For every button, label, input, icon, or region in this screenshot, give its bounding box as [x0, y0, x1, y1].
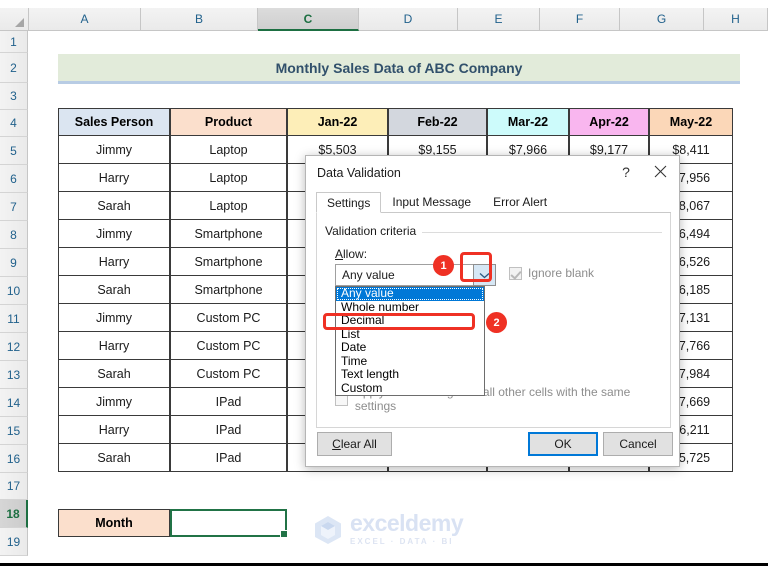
column-header-e[interactable]: E [458, 8, 540, 31]
table-cell[interactable]: Smartphone [170, 220, 287, 248]
ignore-blank-checkbox[interactable]: Ignore blank [509, 266, 594, 280]
excel-window: ABCDEFGH 1 2 3 4 5 6 7 8 9 10 11 12 13 14 15 16 17 18 19 M… [0, 0, 768, 566]
column-header-g[interactable]: G [620, 8, 704, 31]
table-cell[interactable]: Harry [58, 416, 170, 444]
table-cell[interactable]: Jimmy [58, 220, 170, 248]
column-header-b[interactable]: B [141, 8, 258, 31]
table-cell[interactable]: Jimmy [58, 388, 170, 416]
table-header-cell: Feb-22 [388, 108, 487, 136]
table-header-cell: May-22 [649, 108, 733, 136]
table-header-cell: Product [170, 108, 287, 136]
table-cell[interactable]: Custom PC [170, 304, 287, 332]
table-cell[interactable]: IPad [170, 388, 287, 416]
row-header-3[interactable]: 3 [0, 83, 28, 110]
table-cell[interactable]: IPad [170, 444, 287, 472]
table-cell[interactable]: Smartphone [170, 276, 287, 304]
table-cell[interactable]: Custom PC [170, 360, 287, 388]
table-cell[interactable]: IPad [170, 416, 287, 444]
table-cell[interactable]: Sarah [58, 444, 170, 472]
table-cell[interactable]: Harry [58, 164, 170, 192]
dialog-title: Data Validation [317, 165, 401, 180]
table-cell[interactable]: Smartphone [170, 248, 287, 276]
dropdown-option-date[interactable]: Date [336, 340, 484, 355]
row-header-column: 1 2 3 4 5 6 7 8 9 10 11 12 13 14 15 16 17 18 19 [0, 31, 28, 556]
tab-error-alert[interactable]: Error Alert [482, 191, 558, 212]
data-validation-dialog: Data Validation ? Settings Input Message… [305, 155, 680, 467]
dropdown-option-whole-number[interactable]: Whole number [336, 300, 484, 315]
chevron-down-icon[interactable] [473, 264, 496, 286]
column-header-f[interactable]: F [540, 8, 620, 31]
help-icon[interactable]: ? [609, 156, 643, 187]
dropdown-option-custom[interactable]: Custom [336, 381, 484, 396]
row-header-6[interactable]: 6 [0, 165, 28, 193]
dropdown-option-any-value[interactable]: Any value [336, 286, 484, 301]
allow-combobox[interactable]: Any value [335, 264, 486, 286]
close-icon[interactable] [643, 156, 677, 187]
table-cell[interactable]: Sarah [58, 192, 170, 220]
select-all-corner[interactable] [0, 8, 29, 31]
row-header-7[interactable]: 7 [0, 193, 28, 221]
table-cell[interactable]: Laptop [170, 192, 287, 220]
dropdown-option-decimal[interactable]: Decimal [336, 313, 484, 328]
dropdown-option-text-length[interactable]: Text length [336, 367, 484, 382]
clear-all-button[interactable]: Clear All [317, 432, 392, 456]
table-cell[interactable]: Sarah [58, 360, 170, 388]
table-cell[interactable]: Jimmy [58, 136, 170, 164]
row-header-9[interactable]: 9 [0, 249, 28, 277]
table-header-cell: Mar-22 [487, 108, 569, 136]
row-header-1[interactable]: 1 [0, 31, 28, 53]
cancel-button[interactable]: Cancel [603, 432, 673, 456]
table-cell[interactable]: Custom PC [170, 332, 287, 360]
table-header-cell: Sales Person [58, 108, 170, 136]
row-header-2[interactable]: 2 [0, 53, 28, 83]
row-header-5[interactable]: 5 [0, 137, 28, 165]
column-header-c[interactable]: C [258, 8, 359, 31]
annotation-badge-2: 2 [487, 313, 506, 332]
table-cell[interactable]: Jimmy [58, 304, 170, 332]
row-header-17[interactable]: 17 [0, 473, 28, 500]
table-cell[interactable]: Harry [58, 332, 170, 360]
row-header-8[interactable]: 8 [0, 221, 28, 249]
row-header-11[interactable]: 11 [0, 305, 28, 333]
column-header-row: ABCDEFGH [0, 8, 768, 31]
row-header-4[interactable]: 4 [0, 110, 28, 137]
dialog-titlebar: Data Validation ? [306, 156, 679, 189]
row-header-10[interactable]: 10 [0, 277, 28, 305]
row-header-15[interactable]: 15 [0, 417, 28, 445]
row-header-12[interactable]: 12 [0, 333, 28, 361]
ok-button[interactable]: OK [528, 432, 598, 456]
dialog-tabstrip: Settings Input Message Error Alert [316, 192, 671, 213]
checkbox-icon [509, 266, 522, 280]
table-header-cell: Jan-22 [287, 108, 388, 136]
tab-input-message[interactable]: Input Message [381, 191, 482, 212]
column-header-a[interactable]: A [29, 8, 141, 31]
table-cell[interactable]: Sarah [58, 276, 170, 304]
dropdown-option-time[interactable]: Time [336, 354, 484, 369]
row-header-19[interactable]: 19 [0, 528, 28, 556]
column-header-d[interactable]: D [359, 8, 458, 31]
sheet-title: Monthly Sales Data of ABC Company [58, 54, 740, 84]
table-cell[interactable]: Laptop [170, 136, 287, 164]
row-header-14[interactable]: 14 [0, 389, 28, 417]
table-header-cell: Apr-22 [569, 108, 649, 136]
row-header-13[interactable]: 13 [0, 361, 28, 389]
tab-settings[interactable]: Settings [316, 192, 382, 213]
ignore-blank-label: Ignore blank [528, 266, 595, 280]
table-cell[interactable]: Harry [58, 248, 170, 276]
column-header-h[interactable]: H [704, 8, 768, 31]
row-header-16[interactable]: 16 [0, 445, 28, 473]
table-cell[interactable]: Laptop [170, 164, 287, 192]
dropdown-option-list[interactable]: List [336, 327, 484, 342]
allow-dropdown-list[interactable]: Any value Whole number Decimal List Date… [335, 286, 485, 396]
dialog-button-row: Clear All OK Cancel [306, 432, 681, 456]
validation-criteria-label: Validation criteria [325, 224, 423, 238]
allow-label: Allow: [335, 247, 368, 261]
row-header-18[interactable]: 18 [0, 500, 28, 528]
annotation-badge-1: 1 [434, 256, 453, 275]
month-value-cell[interactable] [170, 509, 288, 538]
month-label-cell: Month [58, 509, 170, 537]
